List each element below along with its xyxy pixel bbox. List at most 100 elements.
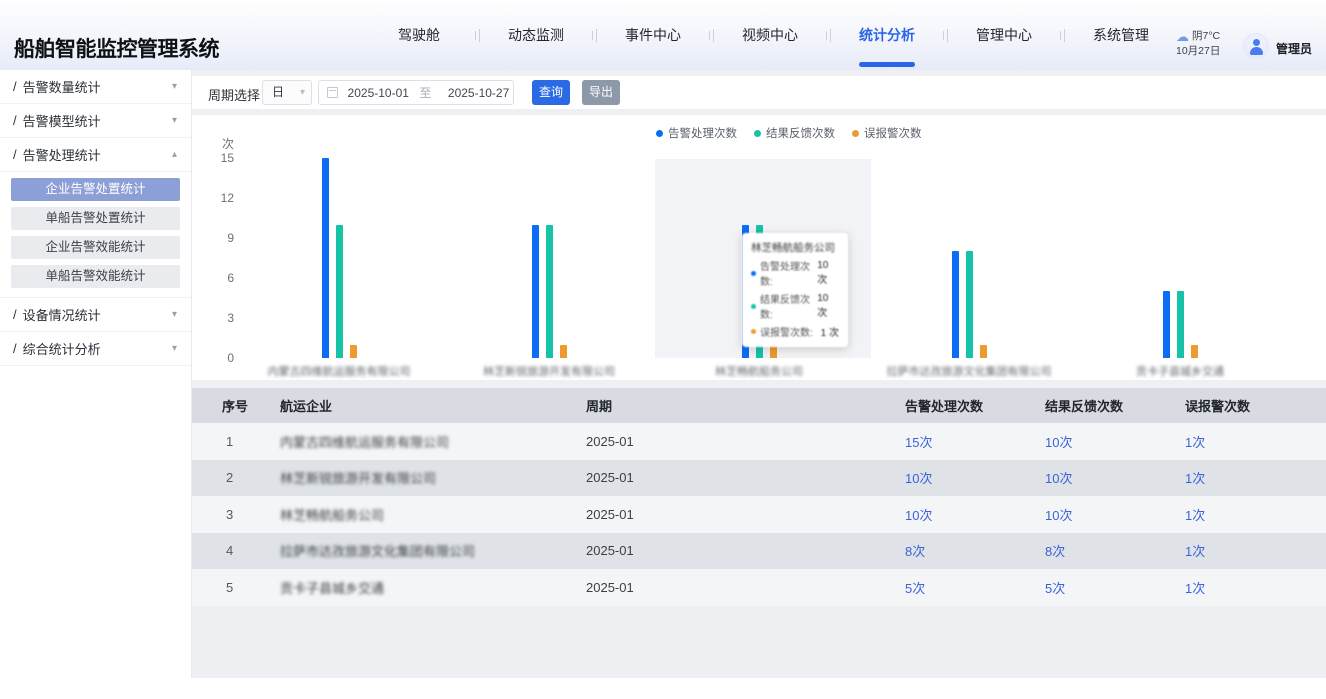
count-link[interactable]: 1次 <box>1185 581 1205 596</box>
cell-index: 5 <box>192 580 280 595</box>
sidebar-group-1[interactable]: /告警模型统计▾ <box>0 104 191 138</box>
main-nav: 驾驶舱动态监测事件中心视频中心统计分析管理中心系统管理 <box>372 0 1168 70</box>
separator-bar <box>947 29 948 42</box>
tooltip-dot <box>751 329 756 334</box>
count-link[interactable]: 8次 <box>1045 544 1065 559</box>
table-row[interactable]: 4拉萨市达孜旅游文化集团有限公司2025-018次8次1次 <box>192 533 1326 570</box>
nav-separator <box>934 0 957 70</box>
user-name[interactable]: 管理员 <box>1276 40 1312 57</box>
count-link[interactable]: 1次 <box>1185 435 1205 450</box>
count-link[interactable]: 10次 <box>1045 471 1072 486</box>
nav-tab-0[interactable]: 驾驶舱 <box>372 0 466 70</box>
count-link[interactable]: 10次 <box>1045 508 1072 523</box>
app-window: 船舶智能监控管理系统 驾驶舱动态监测事件中心视频中心统计分析管理中心系统管理 ☁… <box>0 0 1326 699</box>
count-link[interactable]: 10次 <box>905 508 932 523</box>
tooltip-label: 告警处理次数: <box>760 258 817 288</box>
date-start-value[interactable]: 2025-10-01 <box>344 86 413 100</box>
filter-bar: 周期选择 日 ▾ 2025-10-01 至 2025-10-27 查询 导出 <box>192 76 1326 109</box>
cell-feedback: 10次 <box>1045 468 1185 487</box>
count-link[interactable]: 1次 <box>1185 471 1205 486</box>
cell-false-alarm: 1次 <box>1185 432 1326 451</box>
sidebar-group-3[interactable]: /设备情况统计▾ <box>0 298 191 332</box>
group-prefix: / <box>13 79 17 94</box>
cell-period: 2025-01 <box>586 543 905 558</box>
tooltip-row-2: 误报警次数:1 次 <box>751 324 839 339</box>
bar[interactable] <box>532 225 539 358</box>
count-link[interactable]: 15次 <box>905 435 932 450</box>
cell-index: 2 <box>192 470 280 485</box>
sidebar-group-4[interactable]: /综合统计分析▾ <box>0 332 191 366</box>
cell-company: 林芝畅航船务公司 <box>280 505 586 524</box>
count-link[interactable]: 10次 <box>905 471 932 486</box>
sidebar-subitem-3[interactable]: 单船告警效能统计 <box>11 265 180 288</box>
count-link[interactable]: 5次 <box>1045 581 1065 596</box>
nav-tab-3[interactable]: 视频中心 <box>723 0 817 70</box>
separator-bar <box>475 31 476 40</box>
nav-separator <box>583 0 606 70</box>
group-prefix: / <box>13 113 17 128</box>
cell-company: 贡卡子县城乡交通 <box>280 578 586 597</box>
sidebar-subitem-1[interactable]: 单船告警处置统计 <box>11 207 180 230</box>
nav-tab-2[interactable]: 事件中心 <box>606 0 700 70</box>
nav-tab-4[interactable]: 统计分析 <box>840 0 934 70</box>
cell-company: 拉萨市达孜旅游文化集团有限公司 <box>280 541 586 560</box>
nav-tab-5[interactable]: 管理中心 <box>957 0 1051 70</box>
cell-false-alarm: 1次 <box>1185 541 1326 560</box>
date-end-value[interactable]: 2025-10-27 <box>444 86 513 100</box>
bar[interactable] <box>336 225 343 358</box>
group-prefix: / <box>13 147 17 162</box>
user-avatar[interactable] <box>1243 33 1269 59</box>
cell-index: 3 <box>192 507 280 522</box>
count-link[interactable]: 5次 <box>905 581 925 596</box>
query-button[interactable]: 查询 <box>532 80 570 105</box>
count-link[interactable]: 8次 <box>905 544 925 559</box>
x-axis-label: 拉萨市达孜旅游文化集团有限公司 <box>879 363 1059 379</box>
bar[interactable] <box>1191 345 1198 358</box>
count-link[interactable]: 1次 <box>1185 508 1205 523</box>
weather-date: 10月27日 <box>1176 44 1220 59</box>
x-axis-label: 林芝新锐旅游开发有限公司 <box>459 363 639 379</box>
period-select[interactable]: 日 ▾ <box>262 80 312 105</box>
bar[interactable] <box>1177 291 1184 358</box>
group-label: 告警模型统计 <box>23 111 172 130</box>
cell-handled: 15次 <box>905 432 1045 451</box>
bar[interactable] <box>952 251 959 358</box>
nav-separator <box>1051 0 1074 70</box>
cell-feedback: 8次 <box>1045 541 1185 560</box>
count-link[interactable]: 10次 <box>1045 435 1072 450</box>
bar[interactable] <box>546 225 553 358</box>
nav-tab-6[interactable]: 系统管理 <box>1074 0 1168 70</box>
date-range-input[interactable]: 2025-10-01 至 2025-10-27 <box>318 80 514 105</box>
active-tab-underline <box>859 62 915 67</box>
sidebar-group-2[interactable]: /告警处理统计▴ <box>0 138 191 172</box>
table-row[interactable]: 5贡卡子县城乡交通2025-015次5次1次 <box>192 569 1326 606</box>
cell-false-alarm: 1次 <box>1185 505 1326 524</box>
cell-handled: 10次 <box>905 505 1045 524</box>
calendar-icon <box>327 87 338 98</box>
tooltip-dot <box>751 304 756 309</box>
bar[interactable] <box>966 251 973 358</box>
bar[interactable] <box>350 345 357 358</box>
separator-bar <box>1060 31 1061 40</box>
sidebar-submenu: 企业告警处置统计单船告警处置统计企业告警效能统计单船告警效能统计 <box>0 172 191 298</box>
y-tick: 12 <box>200 191 234 206</box>
export-button[interactable]: 导出 <box>582 80 620 105</box>
tooltip-value: 10 次 <box>817 260 839 286</box>
bar[interactable] <box>980 345 987 358</box>
nav-tab-1[interactable]: 动态监测 <box>489 0 583 70</box>
bar[interactable] <box>560 345 567 358</box>
table-row[interactable]: 1内蒙古四维航运服务有限公司2025-0115次10次1次 <box>192 423 1326 460</box>
sidebar-subitem-2[interactable]: 企业告警效能统计 <box>11 236 180 259</box>
separator-bar <box>826 31 827 40</box>
date-separator: 至 <box>413 84 439 101</box>
bar[interactable] <box>1163 291 1170 358</box>
user-icon-body <box>1250 47 1263 55</box>
count-link[interactable]: 1次 <box>1185 544 1205 559</box>
bar[interactable] <box>322 158 329 358</box>
sidebar-subitem-0[interactable]: 企业告警处置统计 <box>11 178 180 201</box>
sidebar-group-0[interactable]: /告警数量统计▾ <box>0 70 191 104</box>
cell-company: 内蒙古四维航运服务有限公司 <box>280 432 586 451</box>
y-tick: 0 <box>200 351 234 366</box>
table-row[interactable]: 2林芝新锐旅游开发有限公司2025-0110次10次1次 <box>192 460 1326 497</box>
table-row[interactable]: 3林芝畅航船务公司2025-0110次10次1次 <box>192 496 1326 533</box>
